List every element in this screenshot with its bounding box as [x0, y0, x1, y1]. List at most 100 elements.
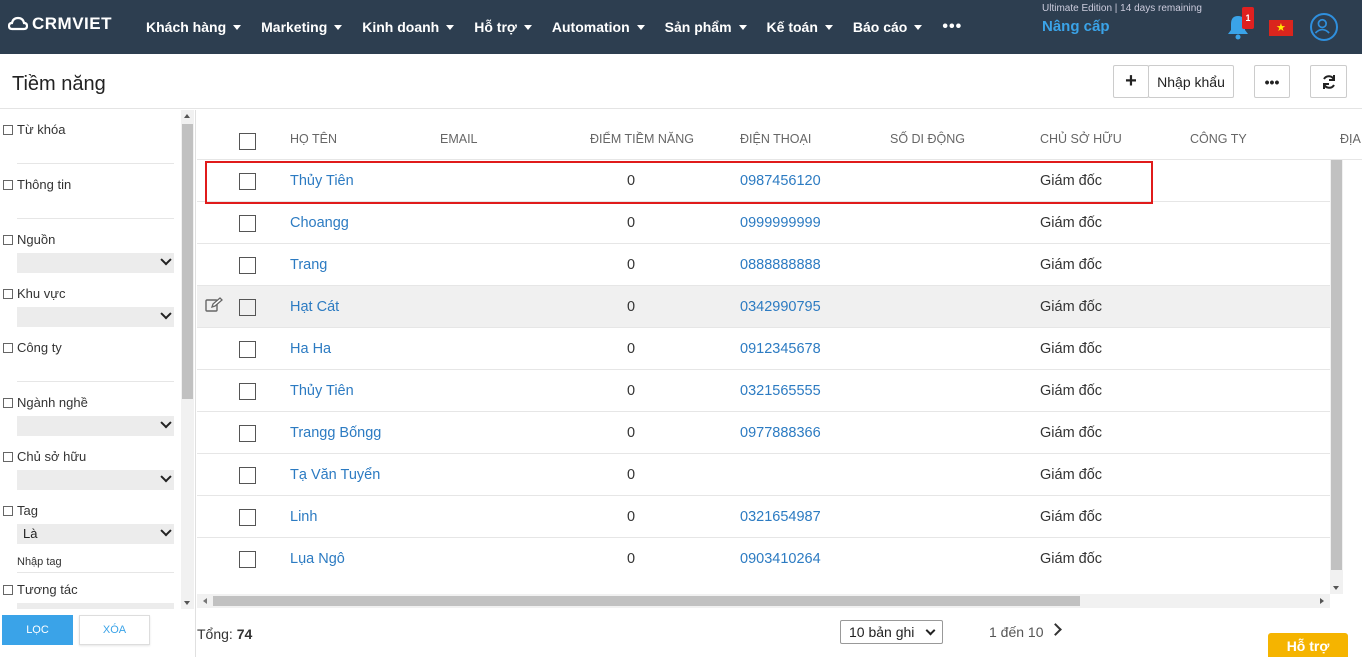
row-checkbox[interactable] — [239, 341, 256, 358]
checkbox[interactable] — [3, 505, 13, 516]
select-all-checkbox[interactable] — [239, 133, 256, 150]
table-row[interactable]: Hạt Cát 0 0342990795 Giám đốc — [197, 286, 1330, 328]
scrollbar-thumb[interactable] — [182, 124, 193, 399]
logo[interactable]: CRMVIET — [8, 14, 112, 34]
vietnam-flag-icon[interactable]: ★ — [1269, 20, 1293, 36]
tag-input[interactable]: Nhập tag — [17, 556, 62, 568]
col-address[interactable]: ĐỊA — [1340, 132, 1361, 146]
row-checkbox[interactable] — [239, 509, 256, 526]
checkbox[interactable] — [3, 397, 13, 408]
table-row[interactable]: Lụa Ngô 0 0903410264 Giám đốc — [197, 538, 1330, 580]
lead-name-link[interactable]: Hạt Cát — [290, 299, 339, 315]
nav-item-ke-toan[interactable]: Kế toán — [767, 19, 833, 35]
table-row[interactable]: Tạ Văn Tuyển 0 Giám đốc — [197, 454, 1330, 496]
sidebar-scrollbar[interactable] — [181, 110, 194, 609]
filter-interaction[interactable]: Tương tác — [3, 582, 78, 597]
lead-name-link[interactable]: Ha Ha — [290, 341, 331, 357]
edit-icon[interactable] — [205, 297, 223, 313]
nav-item-bao-cao[interactable]: Báo cáo — [853, 19, 923, 35]
filter-tag[interactable]: Tag — [3, 503, 38, 518]
checkbox[interactable] — [3, 288, 13, 299]
scroll-up-icon[interactable] — [184, 114, 190, 118]
col-name[interactable]: HỌ TÊN — [290, 132, 337, 146]
lead-name-link[interactable]: Tạ Văn Tuyển — [290, 467, 380, 483]
interaction-select[interactable] — [17, 603, 174, 609]
filter-info[interactable]: Thông tin — [3, 177, 71, 192]
col-owner[interactable]: CHỦ SỞ HỮU — [1040, 132, 1122, 146]
scrollbar-thumb[interactable] — [1331, 160, 1342, 570]
table-row[interactable]: Trang 0 0888888888 Giám đốc — [197, 244, 1330, 286]
filter-owner[interactable]: Chủ sở hữu — [3, 449, 86, 464]
scroll-down-icon[interactable] — [1333, 586, 1339, 590]
refresh-button[interactable] — [1310, 65, 1347, 98]
lead-name-link[interactable]: Trangg Bốngg — [290, 425, 381, 441]
table-row[interactable]: Linh 0 0321654987 Giám đốc — [197, 496, 1330, 538]
page-size-select[interactable]: 10 bản ghi — [840, 620, 943, 644]
filter-source[interactable]: Nguồn — [3, 232, 55, 247]
table-row[interactable]: Ha Ha 0 0912345678 Giám đốc — [197, 328, 1330, 370]
row-checkbox[interactable] — [239, 383, 256, 400]
lead-phone-link[interactable]: 0912345678 — [740, 341, 821, 357]
nav-item-san-pham[interactable]: Sản phẩm — [665, 19, 747, 35]
help-button[interactable]: Hỗ trợ — [1268, 633, 1348, 657]
tag-operator-select[interactable]: Là — [17, 524, 174, 544]
source-select[interactable] — [17, 253, 174, 273]
scroll-down-icon[interactable] — [184, 601, 190, 605]
upgrade-link[interactable]: Nâng cấp — [1042, 18, 1110, 35]
filter-company[interactable]: Công ty — [3, 340, 62, 355]
filter-keyword[interactable]: Từ khóa — [3, 122, 65, 137]
row-checkbox[interactable] — [239, 425, 256, 442]
col-email[interactable]: EMAIL — [440, 132, 478, 146]
col-mobile[interactable]: SỐ DI ĐỘNG — [890, 132, 965, 146]
lead-name-link[interactable]: Linh — [290, 509, 317, 525]
row-checkbox[interactable] — [239, 467, 256, 484]
next-page-icon[interactable] — [1049, 623, 1062, 636]
row-checkbox[interactable] — [239, 551, 256, 568]
lead-phone-link[interactable]: 0999999999 — [740, 215, 821, 231]
user-avatar-icon[interactable] — [1310, 13, 1338, 41]
checkbox[interactable] — [3, 124, 13, 135]
table-vertical-scrollbar[interactable] — [1330, 160, 1343, 594]
region-select[interactable] — [17, 307, 174, 327]
checkbox[interactable] — [3, 234, 13, 245]
nav-item-khach-hang[interactable]: Khách hàng — [146, 19, 242, 35]
lead-phone-link[interactable]: 0977888366 — [740, 425, 821, 441]
table-horizontal-scrollbar[interactable] — [197, 594, 1330, 608]
add-button[interactable]: + — [1113, 65, 1149, 98]
lead-phone-link[interactable]: 0888888888 — [740, 257, 821, 273]
industry-select[interactable] — [17, 416, 174, 436]
lead-name-link[interactable]: Thủy Tiên — [290, 383, 354, 399]
filter-region[interactable]: Khu vực — [3, 286, 65, 301]
filter-industry[interactable]: Ngành nghề — [3, 395, 88, 410]
col-phone[interactable]: ĐIỆN THOẠI — [740, 132, 811, 146]
checkbox[interactable] — [3, 179, 13, 190]
row-checkbox[interactable] — [239, 215, 256, 232]
more-actions-button[interactable]: ••• — [1254, 65, 1290, 98]
table-row[interactable]: Choangg 0 0999999999 Giám đốc — [197, 202, 1330, 244]
nav-more-button[interactable]: ••• — [942, 18, 962, 36]
import-button[interactable]: Nhập khẩu — [1148, 65, 1234, 98]
lead-phone-link[interactable]: 0321565555 — [740, 383, 821, 399]
scrollbar-thumb[interactable] — [213, 596, 1080, 606]
checkbox[interactable] — [3, 584, 13, 595]
row-checkbox[interactable] — [239, 257, 256, 274]
table-row[interactable]: Thủy Tiên 0 0321565555 Giám đốc — [197, 370, 1330, 412]
owner-select[interactable] — [17, 470, 174, 490]
col-company[interactable]: CÔNG TY — [1190, 132, 1247, 146]
table-row[interactable]: Trangg Bốngg 0 0977888366 Giám đốc — [197, 412, 1330, 454]
clear-button[interactable]: XÓA — [79, 615, 150, 645]
lead-phone-link[interactable]: 0342990795 — [740, 299, 821, 315]
lead-phone-link[interactable]: 0903410264 — [740, 551, 821, 567]
nav-item-kinh-doanh[interactable]: Kinh doanh — [362, 19, 455, 35]
checkbox[interactable] — [3, 451, 13, 462]
checkbox[interactable] — [3, 342, 13, 353]
nav-item-automation[interactable]: Automation — [552, 19, 645, 35]
scroll-right-icon[interactable] — [1320, 598, 1324, 604]
scroll-left-icon[interactable] — [203, 598, 207, 604]
lead-phone-link[interactable]: 0321654987 — [740, 509, 821, 525]
lead-name-link[interactable]: Trang — [290, 257, 327, 273]
lead-name-link[interactable]: Lụa Ngô — [290, 551, 345, 567]
row-checkbox[interactable] — [239, 299, 256, 316]
nav-item-ho-tro[interactable]: Hỗ trợ — [474, 19, 532, 35]
col-score[interactable]: ĐIỂM TIỀM NĂNG — [590, 132, 694, 146]
